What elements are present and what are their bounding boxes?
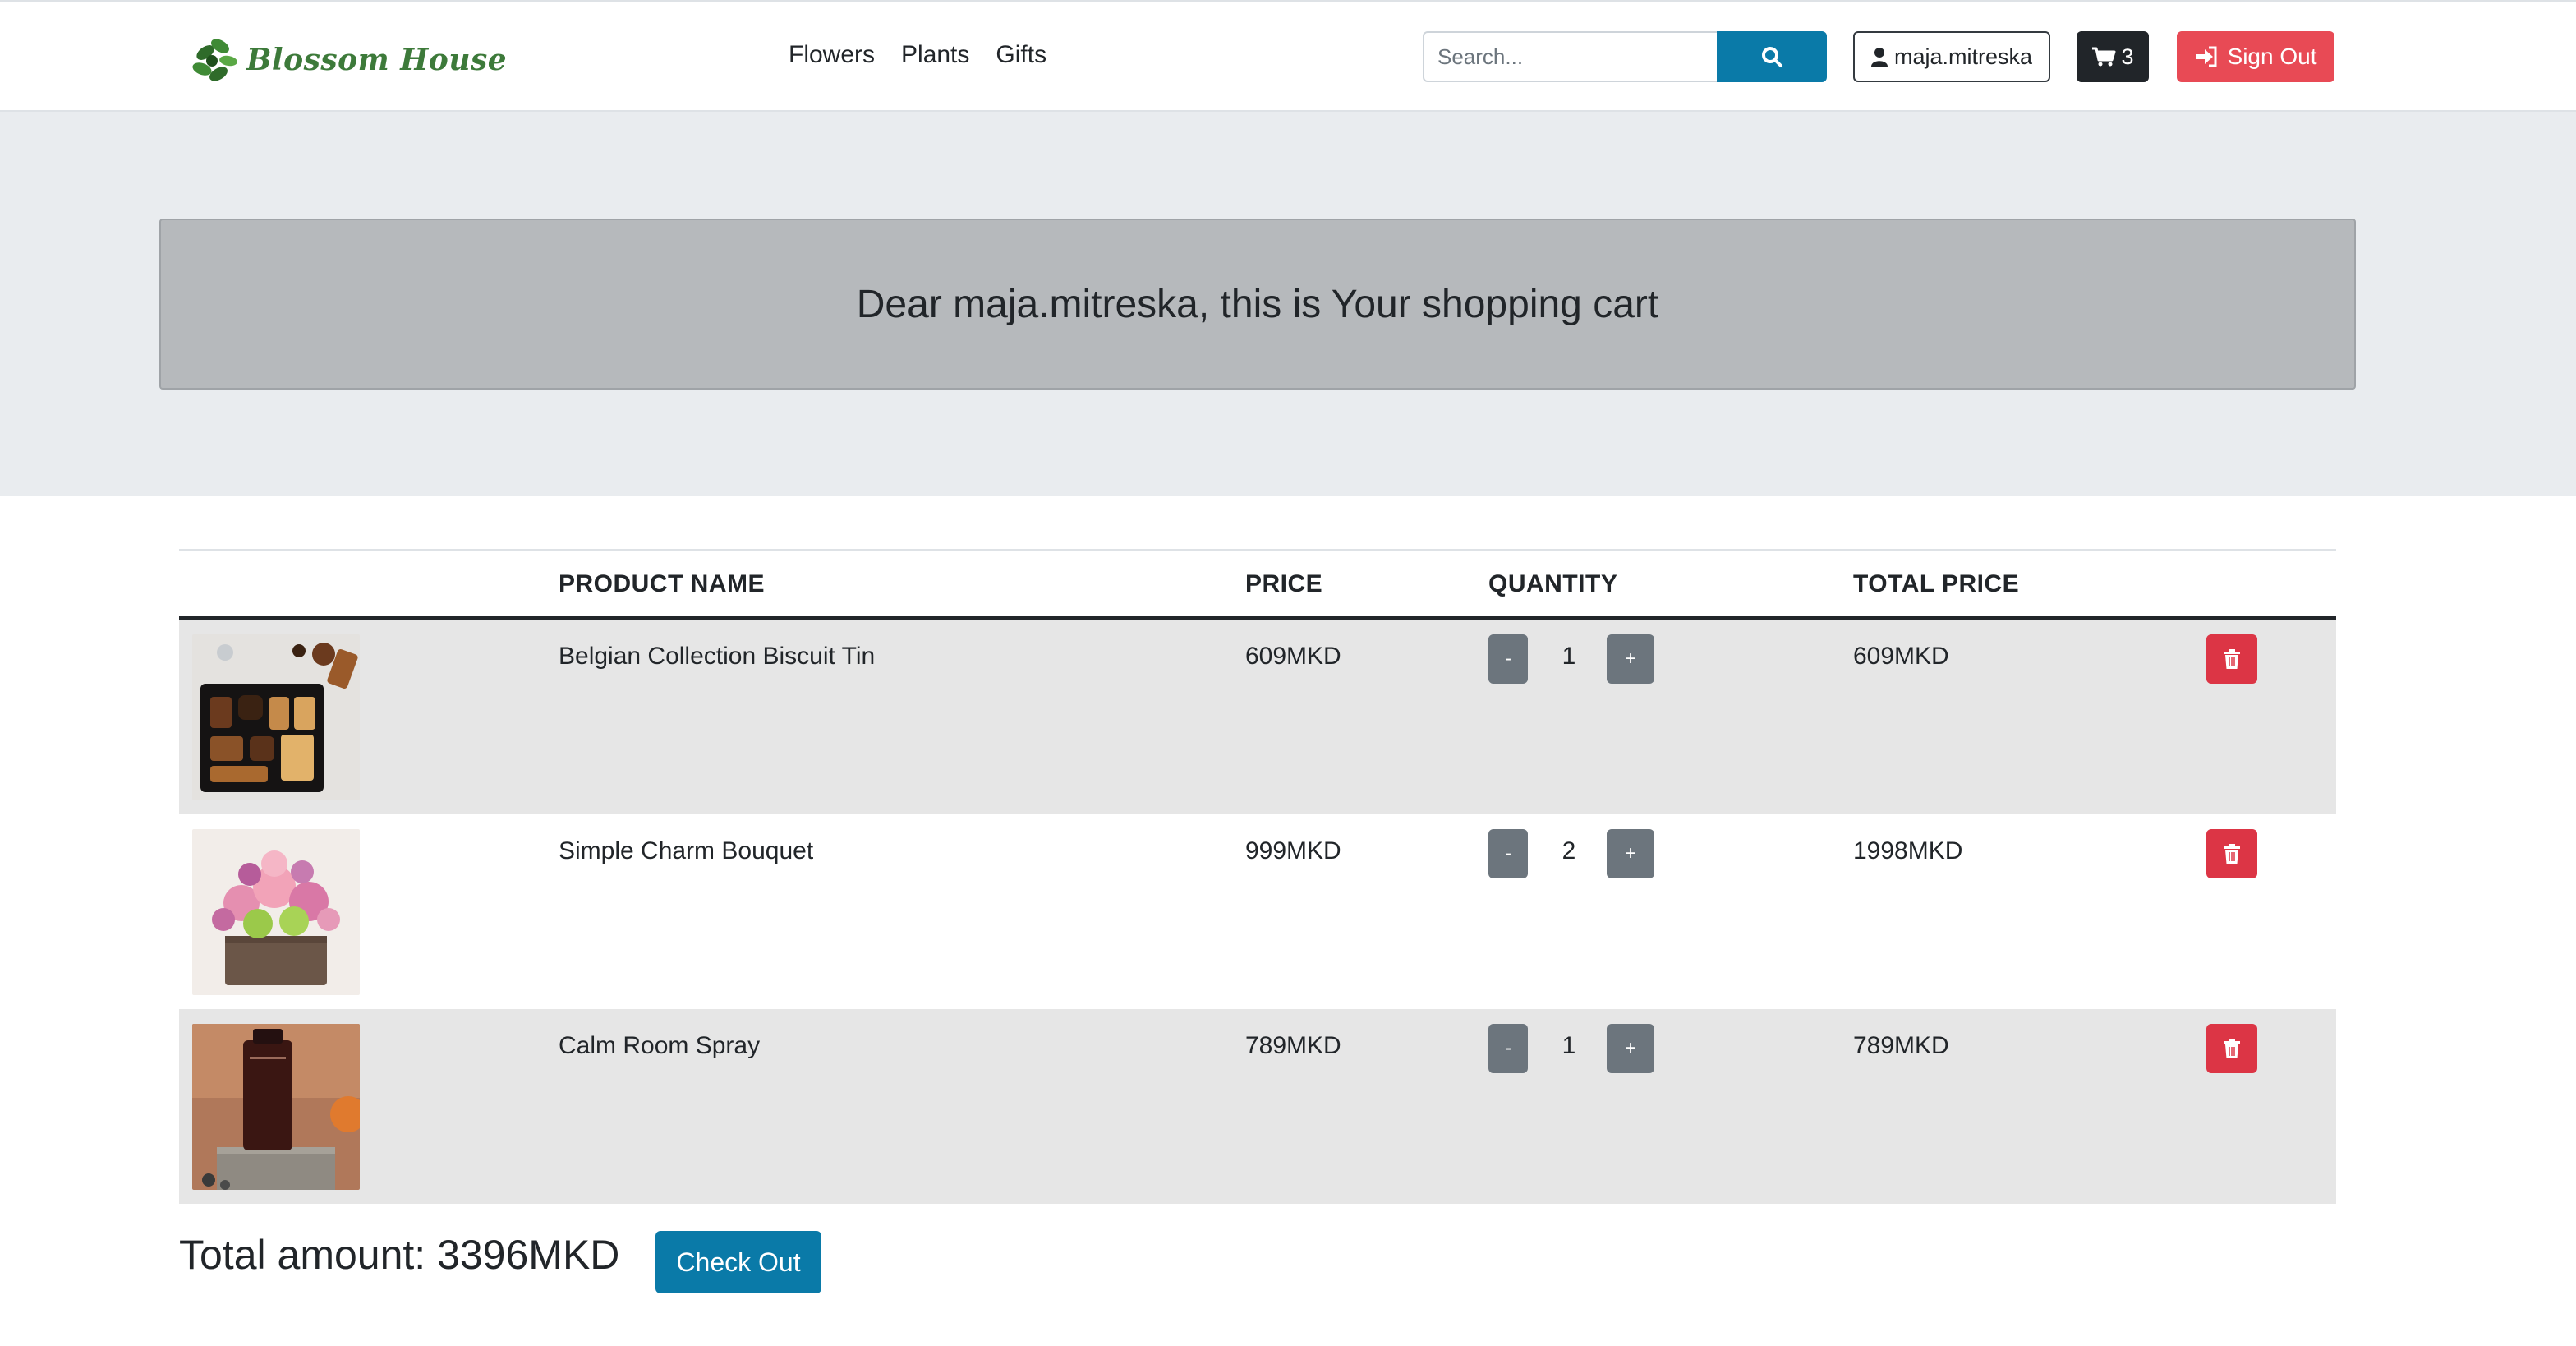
checkout-button[interactable]: Check Out bbox=[656, 1231, 821, 1293]
leaf-logo-icon bbox=[192, 39, 237, 81]
decrease-quantity-button[interactable]: - bbox=[1488, 829, 1528, 878]
nav-link-plants[interactable]: Plants bbox=[901, 41, 969, 69]
increase-quantity-button[interactable]: + bbox=[1607, 634, 1654, 684]
remove-item-button[interactable] bbox=[2206, 1024, 2257, 1073]
product-image-room-spray-bottle bbox=[192, 1024, 360, 1190]
quantity-value: 2 bbox=[1562, 837, 1576, 864]
trash-icon bbox=[2224, 1039, 2240, 1058]
page-title: Dear maja.mitreska, this is Your shoppin… bbox=[856, 282, 1659, 326]
product-image-flower-bouquet bbox=[192, 829, 360, 995]
search-button[interactable] bbox=[1717, 31, 1827, 82]
header-total-price: TOTAL PRICE bbox=[1853, 570, 2020, 597]
cart-table: PRODUCT NAME PRICE QUANTITY TOTAL PRICE bbox=[179, 549, 2336, 1204]
product-price: 999MKD bbox=[1245, 837, 1341, 864]
row-total-price: 1998MKD bbox=[1853, 837, 1963, 864]
header-product-name: PRODUCT NAME bbox=[559, 570, 765, 597]
remove-item-button[interactable] bbox=[2206, 829, 2257, 878]
nav-link-gifts[interactable]: Gifts bbox=[996, 41, 1046, 69]
cart-icon bbox=[2092, 47, 2116, 67]
brand-logo[interactable]: Blossom House bbox=[187, 28, 507, 94]
main-nav: Flowers Plants Gifts bbox=[789, 41, 1046, 69]
brand-name: Blossom House bbox=[246, 43, 508, 77]
decrease-quantity-button[interactable]: - bbox=[1488, 634, 1528, 684]
user-profile-button[interactable]: maja.mitreska bbox=[1853, 31, 2050, 82]
product-price: 609MKD bbox=[1245, 643, 1341, 670]
product-price: 789MKD bbox=[1245, 1032, 1341, 1059]
trash-icon bbox=[2224, 844, 2240, 864]
product-image-biscuit-tin bbox=[192, 634, 360, 800]
username-label: maja.mitreska bbox=[1893, 44, 2033, 69]
cart-count: 3 bbox=[2121, 44, 2134, 69]
table-header: PRODUCT NAME PRICE QUANTITY TOTAL PRICE bbox=[179, 549, 2336, 620]
remove-item-button[interactable] bbox=[2206, 634, 2257, 684]
product-name[interactable]: Belgian Collection Biscuit Tin bbox=[559, 643, 875, 671]
quantity-value: 1 bbox=[1562, 643, 1576, 670]
sign-out-icon bbox=[2196, 46, 2217, 67]
table-row: Simple Charm Bouquet 999MKD - 2 + 1998MK… bbox=[179, 814, 2336, 1009]
increase-quantity-button[interactable]: + bbox=[1607, 829, 1654, 878]
row-total-price: 789MKD bbox=[1853, 1032, 1949, 1059]
hero-banner: Dear maja.mitreska, this is Your shoppin… bbox=[159, 219, 2356, 390]
user-icon bbox=[1870, 48, 1888, 67]
row-total-price: 609MKD bbox=[1853, 643, 1949, 670]
cart-total-amount: Total amount: 3396MKD bbox=[179, 1232, 620, 1278]
decrease-quantity-button[interactable]: - bbox=[1488, 1024, 1528, 1073]
table-row: Calm Room Spray 789MKD - 1 + 789MKD bbox=[179, 1009, 2336, 1204]
product-name[interactable]: Simple Charm Bouquet bbox=[559, 837, 813, 865]
header-quantity: QUANTITY bbox=[1488, 570, 1618, 597]
header-price: PRICE bbox=[1245, 570, 1323, 597]
nav-link-flowers[interactable]: Flowers bbox=[789, 41, 875, 69]
navbar: Blossom House Flowers Plants Gifts maja.… bbox=[0, 0, 2576, 112]
table-row: Belgian Collection Biscuit Tin 609MKD - … bbox=[179, 620, 2336, 814]
cart-button[interactable]: 3 bbox=[2077, 31, 2149, 82]
increase-quantity-button[interactable]: + bbox=[1607, 1024, 1654, 1073]
search-input[interactable] bbox=[1423, 31, 1718, 82]
quantity-value: 1 bbox=[1562, 1032, 1576, 1059]
hero-section: Dear maja.mitreska, this is Your shoppin… bbox=[0, 112, 2576, 496]
product-name[interactable]: Calm Room Spray bbox=[559, 1032, 760, 1060]
search-icon bbox=[1762, 47, 1782, 67]
sign-out-button[interactable]: Sign Out bbox=[2177, 31, 2334, 82]
sign-out-label: Sign Out bbox=[2227, 44, 2317, 69]
trash-icon bbox=[2224, 649, 2240, 669]
